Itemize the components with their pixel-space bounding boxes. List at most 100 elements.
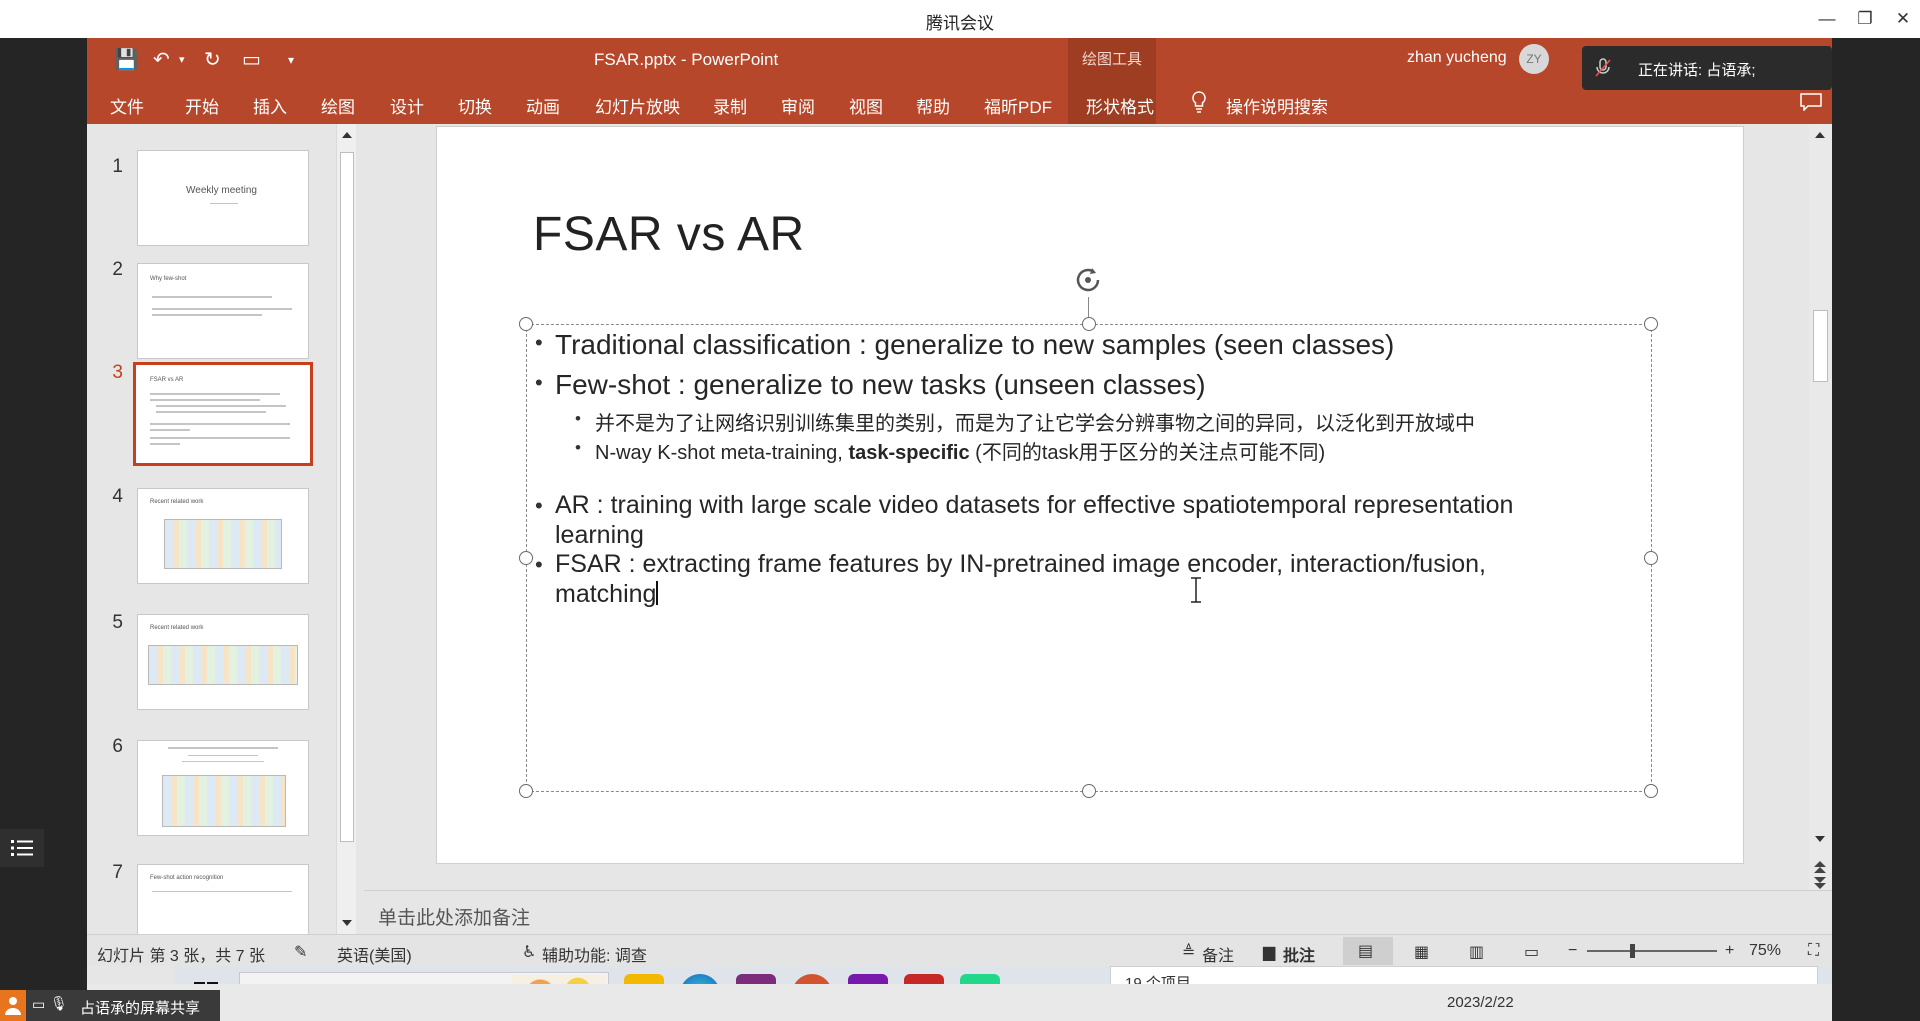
zoom-in-icon[interactable]: +	[1725, 942, 1734, 960]
next-slide-icon[interactable]	[1813, 876, 1827, 890]
tab-record[interactable]: 录制	[713, 93, 747, 118]
list-icon	[11, 840, 33, 856]
zoom-slider[interactable]	[1587, 950, 1717, 952]
comments-icon[interactable]: ▆	[1263, 942, 1275, 962]
comments-button[interactable]: 批注	[1283, 942, 1315, 966]
slide-scrollbar[interactable]	[1809, 124, 1832, 890]
zoom-slider-thumb[interactable]	[1630, 944, 1635, 958]
speaking-indicator: 正在讲话: 占语承;	[1582, 46, 1832, 90]
slide-title[interactable]: FSAR vs AR	[533, 207, 805, 262]
powerpoint-icon[interactable]: P	[792, 974, 832, 984]
zoom-out-icon[interactable]: −	[1568, 942, 1577, 960]
foxit-pdf-icon[interactable]: PDF	[736, 974, 776, 984]
bullet-fsar-line1: FSAR : extracting frame features by IN-p…	[555, 550, 1487, 578]
tab-slideshow[interactable]: 幻灯片放映	[595, 93, 680, 118]
tab-view[interactable]: 视图	[849, 93, 883, 118]
rotate-handle-icon[interactable]	[1070, 262, 1106, 298]
tab-file[interactable]: 文件	[110, 93, 144, 118]
tab-insert[interactable]: 插入	[253, 93, 287, 118]
accessibility-icon[interactable]: ♿	[522, 942, 536, 962]
comment-icon[interactable]	[1800, 93, 1822, 111]
thumb-title: Recent related work	[150, 499, 204, 505]
thumb-line	[150, 423, 290, 425]
scroll-up-icon[interactable]	[341, 130, 353, 140]
scroll-down-icon[interactable]	[1814, 834, 1826, 844]
outline-list-button[interactable]	[0, 829, 44, 867]
resize-handle[interactable]	[519, 784, 533, 798]
edge-browser-icon[interactable]: e	[680, 974, 720, 984]
file-explorer-icon[interactable]: ▬	[624, 974, 664, 984]
thumbnail-slide-6[interactable]	[137, 740, 309, 836]
status-bar: 幻灯片 第 3 张，共 7 张 ✎ 英语(美国) ♿ 辅助功能: 调查 ≜ 备注…	[87, 934, 1832, 966]
tab-home[interactable]: 开始	[185, 93, 219, 118]
fit-to-window-icon[interactable]: ⛶	[1808, 942, 1819, 960]
tab-design[interactable]: 设计	[390, 93, 424, 118]
spelling-icon[interactable]: ✎	[294, 942, 307, 962]
task-specific-note: (不同的task用于区分的关注点可能不同)	[975, 442, 1326, 464]
zotero-icon[interactable]: Z	[904, 974, 944, 984]
thumbnail-slide-4[interactable]: Recent related work	[137, 488, 309, 584]
thumb-line	[152, 308, 292, 310]
thumbnail-slide-3[interactable]: FSAR vs AR	[133, 362, 313, 466]
bullet-ar-line1: AR : training with large scale video dat…	[555, 491, 1514, 519]
user-name[interactable]: zhan yucheng	[1407, 49, 1507, 67]
taskbar-search-box[interactable]: 搜索	[239, 972, 609, 984]
scroll-up-icon[interactable]	[1814, 130, 1826, 140]
text-box-selection[interactable]: • Traditional classification : generaliz…	[519, 317, 1658, 798]
notes-pane[interactable]: 单击此处添加备注	[364, 890, 1832, 934]
tab-shape-format[interactable]: 形状格式	[1086, 93, 1154, 118]
search-highlight-image	[512, 975, 606, 984]
slide-sorter-icon[interactable]: ▦	[1414, 942, 1429, 962]
present-icon[interactable]: ▭	[242, 46, 261, 74]
thumb-line	[188, 755, 258, 756]
close-button[interactable]: ✕	[1888, 6, 1918, 32]
thumbnail-slide-5[interactable]: Recent related work	[137, 614, 309, 710]
normal-view-button[interactable]: ▤	[1343, 937, 1393, 965]
resize-handle[interactable]	[519, 317, 533, 331]
thumbnail-scrollbar[interactable]	[336, 124, 356, 934]
tab-animations[interactable]: 动画	[526, 93, 560, 118]
tab-review[interactable]: 审阅	[781, 93, 815, 118]
onenote-icon[interactable]: N	[848, 974, 888, 984]
resize-handle[interactable]	[1644, 551, 1658, 565]
thumbnail-slide-2[interactable]: Why few-shot	[137, 263, 309, 359]
bullet-dot: •	[535, 552, 543, 577]
redo-icon[interactable]: ↻	[204, 46, 221, 74]
tab-draw[interactable]: 绘图	[321, 93, 355, 118]
tab-transitions[interactable]: 切换	[458, 93, 492, 118]
user-icon	[0, 990, 26, 1021]
slide-scroll-thumb[interactable]	[1813, 310, 1828, 382]
avatar[interactable]: ZY	[1519, 44, 1549, 74]
mic-muted-icon	[1595, 58, 1611, 77]
notes-placeholder[interactable]: 单击此处添加备注	[378, 903, 530, 930]
notes-icon[interactable]: ≜	[1182, 942, 1195, 962]
restore-button[interactable]: ❐	[1850, 6, 1880, 32]
scroll-down-icon[interactable]	[341, 918, 353, 928]
resize-handle[interactable]	[1644, 317, 1658, 331]
tab-foxit-pdf[interactable]: 福昕PDF	[984, 93, 1052, 118]
thumb-title: Few-shot action recognition	[150, 875, 224, 881]
language[interactable]: 英语(美国)	[337, 942, 412, 966]
tell-me-search[interactable]: 操作说明搜索	[1226, 93, 1328, 118]
zoom-level[interactable]: 75%	[1749, 942, 1781, 960]
tab-help[interactable]: 帮助	[916, 93, 950, 118]
pycharm-icon[interactable]: PC	[960, 974, 1000, 984]
previous-slide-icon[interactable]	[1813, 860, 1827, 874]
ibeam-cursor-icon	[1191, 577, 1201, 603]
slideshow-icon[interactable]: ▭	[1524, 942, 1539, 962]
notes-button[interactable]: 备注	[1202, 942, 1234, 966]
save-icon[interactable]: 💾	[114, 46, 139, 74]
undo-dropdown-icon[interactable]: ▾	[179, 46, 185, 74]
screen-share-bar[interactable]: ▭ 🎙 占语承的屏幕共享	[0, 990, 220, 1021]
resize-handle[interactable]	[519, 551, 533, 565]
slide-canvas: FSAR vs AR • Traditional classification …	[364, 124, 1822, 890]
thumbnail-slide-1[interactable]: Weekly meeting	[137, 150, 309, 246]
undo-icon[interactable]: ↶	[153, 46, 170, 74]
customize-qat-icon[interactable]: ▾	[288, 46, 294, 74]
thumbnail-scroll-thumb[interactable]	[340, 152, 354, 842]
resize-handle[interactable]	[1082, 784, 1096, 798]
minimize-button[interactable]: —	[1812, 6, 1842, 32]
resize-handle[interactable]	[1644, 784, 1658, 798]
reading-view-icon[interactable]: ▥	[1469, 942, 1484, 962]
accessibility-status[interactable]: 辅助功能: 调查	[542, 942, 647, 966]
